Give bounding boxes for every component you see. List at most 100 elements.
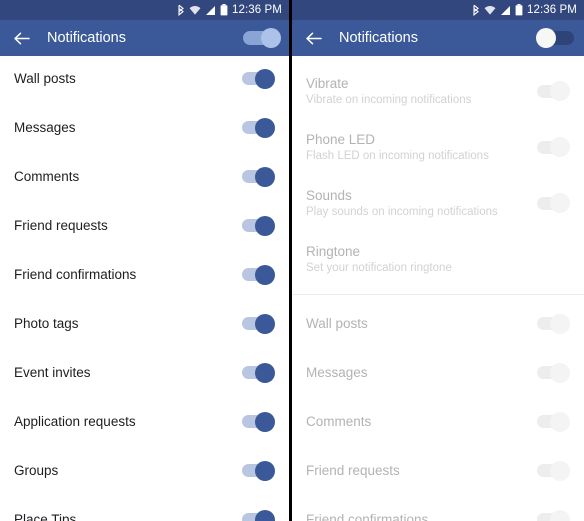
list-item-toggle[interactable]: [242, 313, 275, 334]
toggle-knob: [255, 215, 275, 236]
list-item[interactable]: Photo tags: [0, 299, 289, 348]
page-title-left: Notifications: [47, 30, 126, 46]
cellular-signal-icon: [205, 5, 216, 16]
right-phone-panel: 12:36 PM Notifications Vibrate Vibrate o…: [292, 0, 584, 521]
list-item[interactable]: Phone LED Flash LED on incoming notifica…: [292, 119, 584, 175]
toggle-knob: [255, 460, 275, 481]
notification-settings-list-right-section-one: Vibrate Vibrate on incoming notification…: [292, 63, 584, 287]
list-item-toggle[interactable]: [537, 460, 570, 481]
list-item-label: Event invites: [14, 365, 91, 380]
list-item[interactable]: Wall posts: [0, 54, 289, 103]
list-item[interactable]: Groups: [0, 446, 289, 495]
list-item[interactable]: Event invites: [0, 348, 289, 397]
status-bar-icons-right: [472, 4, 523, 16]
list-item-label: Phone LED: [306, 131, 376, 147]
list-item-toggle[interactable]: [537, 509, 570, 521]
list-top-spacer: [292, 56, 584, 63]
toggle-knob: [261, 28, 281, 48]
list-item[interactable]: Place Tips: [0, 495, 289, 521]
list-item-toggle[interactable]: [242, 68, 275, 89]
app-bar-left: Notifications: [0, 20, 289, 56]
list-item[interactable]: Sounds Play sounds on incoming notificat…: [292, 175, 584, 231]
list-item-toggle[interactable]: [242, 460, 275, 481]
list-item-toggle[interactable]: [242, 362, 275, 383]
toggle-knob: [550, 313, 570, 334]
list-item[interactable]: Application requests: [0, 397, 289, 446]
toggle-knob: [255, 68, 275, 89]
toggle-knob: [550, 362, 570, 383]
list-item-toggle[interactable]: [537, 81, 570, 101]
cellular-signal-icon: [500, 5, 511, 16]
list-item-label: Sounds: [306, 187, 352, 203]
status-bar-left: 12:36 PM: [0, 0, 289, 20]
master-notifications-toggle-right[interactable]: [536, 28, 574, 48]
toggle-knob: [550, 460, 570, 481]
toggle-knob: [255, 166, 275, 187]
list-item[interactable]: Wall posts: [292, 299, 584, 348]
status-bar-right: 12:36 PM: [292, 0, 584, 20]
list-item-toggle[interactable]: [242, 166, 275, 187]
list-item[interactable]: Messages: [292, 348, 584, 397]
list-item[interactable]: Ringtone Set your notification ringtone: [292, 231, 584, 287]
list-item-label: Messages: [306, 365, 368, 380]
list-item[interactable]: Vibrate Vibrate on incoming notification…: [292, 63, 584, 119]
status-bar-icons-left: [177, 4, 228, 16]
arrow-left-icon[interactable]: [12, 29, 31, 48]
toggle-knob: [536, 28, 556, 48]
list-item[interactable]: Friend confirmations: [292, 495, 584, 521]
list-item-toggle[interactable]: [242, 264, 275, 285]
toggle-knob: [255, 264, 275, 285]
list-item-label: Groups: [14, 463, 59, 478]
list-item-toggle[interactable]: [537, 137, 570, 157]
toggle-knob: [255, 411, 275, 432]
toggle-knob: [550, 411, 570, 432]
list-item-toggle[interactable]: [537, 193, 570, 213]
list-item[interactable]: Friend requests: [0, 201, 289, 250]
arrow-left-icon[interactable]: [304, 29, 323, 48]
list-item[interactable]: Messages: [0, 103, 289, 152]
list-item[interactable]: Friend confirmations: [0, 250, 289, 299]
list-item-label: Wall posts: [306, 316, 368, 331]
list-item-toggle[interactable]: [537, 362, 570, 383]
list-item-toggle[interactable]: [537, 411, 570, 432]
list-item-description: Vibrate on incoming notifications: [306, 93, 472, 106]
status-bar-clock: 12:36 PM: [526, 4, 577, 16]
bluetooth-icon: [472, 4, 480, 16]
wifi-icon: [189, 5, 201, 16]
battery-icon: [220, 4, 228, 16]
list-item[interactable]: Comments: [292, 397, 584, 446]
toggle-knob: [255, 313, 275, 334]
toggle-knob: [550, 81, 570, 101]
list-item-toggle[interactable]: [242, 215, 275, 236]
list-item-description: Play sounds on incoming notifications: [306, 205, 498, 218]
status-bar-clock: 12:36 PM: [231, 4, 282, 16]
master-notifications-toggle-left[interactable]: [243, 28, 281, 48]
list-item-toggle[interactable]: [242, 411, 275, 432]
toggle-knob: [550, 137, 570, 157]
toggle-knob: [255, 117, 275, 138]
toggle-knob: [255, 362, 275, 383]
list-item-label: Photo tags: [14, 316, 79, 331]
list-item[interactable]: Comments: [0, 152, 289, 201]
list-item-toggle[interactable]: [242, 509, 275, 521]
list-item-label: Messages: [14, 120, 76, 135]
left-phone-panel: 12:36 PM Notifications Wall posts Messag…: [0, 0, 289, 521]
list-item-label: Friend confirmations: [14, 267, 137, 282]
list-item-label: Place Tips: [14, 512, 77, 521]
list-item-label: Comments: [306, 414, 372, 429]
toggle-knob: [255, 509, 275, 521]
wifi-icon: [484, 5, 496, 16]
notification-settings-list-left: Wall posts Messages Comments Friend requ…: [0, 54, 289, 521]
notification-settings-list-right-section-two: Wall posts Messages Comments Friend requ…: [292, 299, 584, 521]
list-item-label: Vibrate: [306, 75, 349, 91]
list-item-label: Friend confirmations: [306, 512, 429, 521]
list-item-label: Wall posts: [14, 71, 76, 86]
list-item-label: Ringtone: [306, 243, 361, 259]
toggle-knob: [550, 509, 570, 521]
section-divider: [292, 294, 584, 295]
list-item[interactable]: Friend requests: [292, 446, 584, 495]
page-title-right: Notifications: [339, 30, 418, 46]
list-item-toggle[interactable]: [242, 117, 275, 138]
list-item-toggle[interactable]: [537, 313, 570, 334]
list-item-label: Comments: [14, 169, 80, 184]
